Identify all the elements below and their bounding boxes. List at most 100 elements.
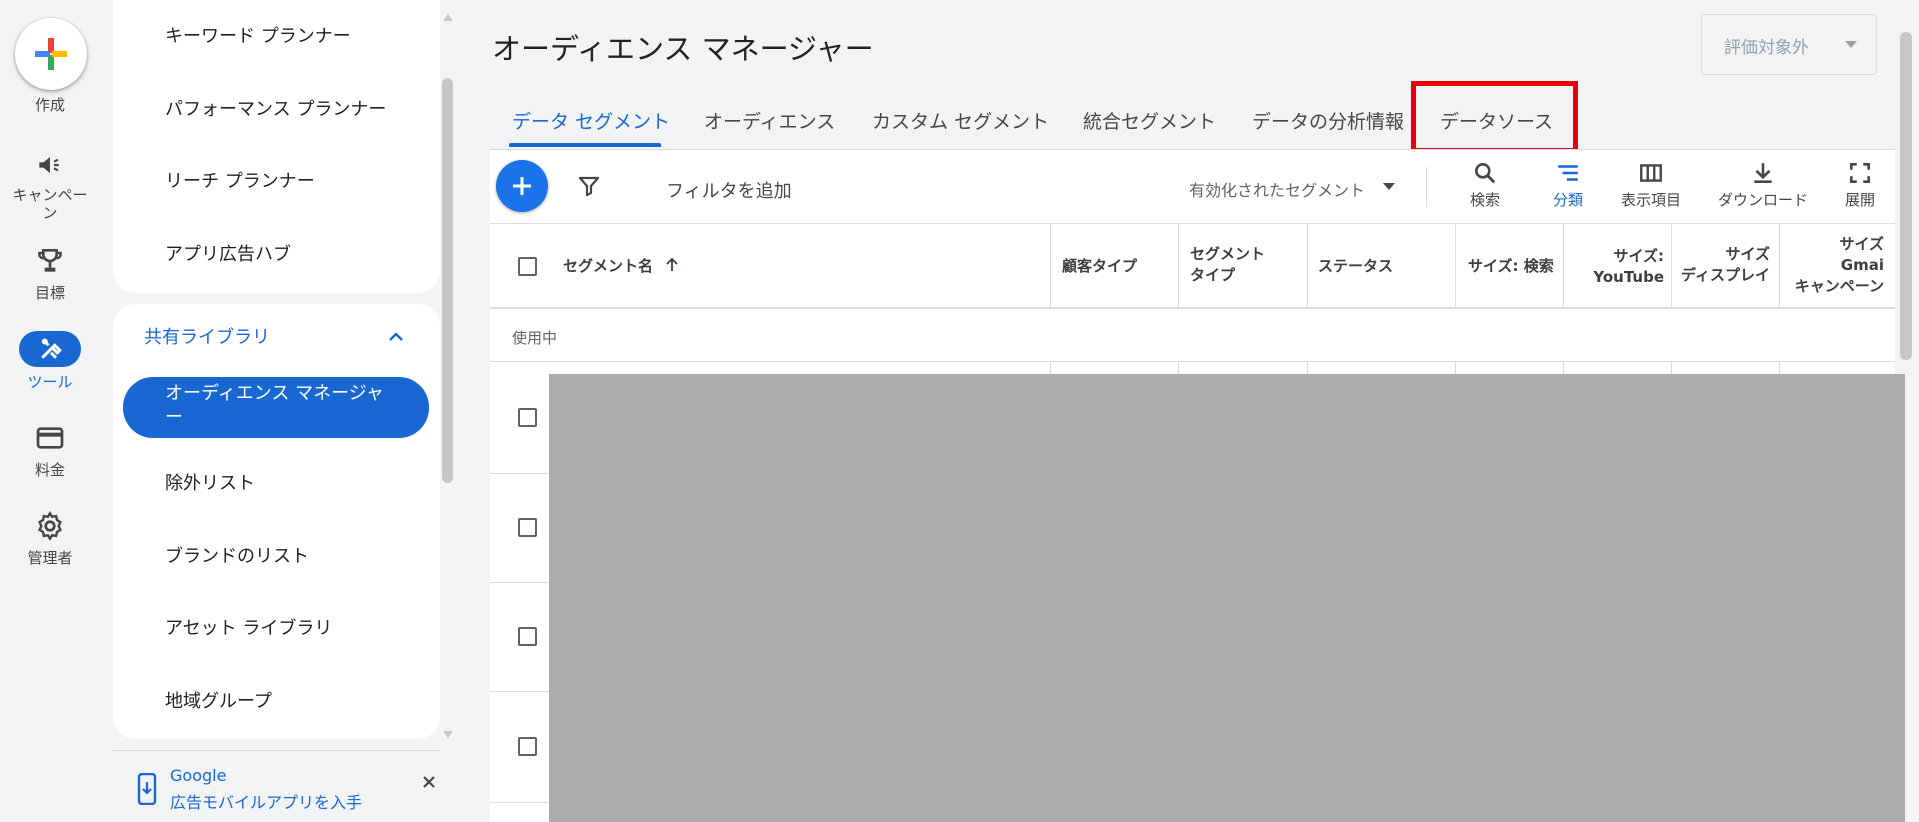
col-segment-type-line2: タイプ	[1190, 266, 1236, 284]
add-filter-input[interactable]: フィルタを追加	[666, 177, 792, 203]
eval-dropdown[interactable]: 評価対象外	[1701, 14, 1877, 75]
plus-icon	[513, 177, 531, 195]
toolbar-bottom-border	[490, 223, 1895, 224]
group-row-border	[490, 361, 1895, 362]
tab-custom-segments[interactable]: カスタム セグメント	[872, 107, 1049, 134]
tab-data-segments[interactable]: データ セグメント	[512, 107, 670, 134]
tab-combined-segments[interactable]: 統合セグメント	[1083, 107, 1216, 134]
col-size-gmail[interactable]: サイズ Gmai キャンペーン	[1784, 234, 1884, 297]
nav-item-asset-library[interactable]: アセット ライブラリ	[165, 614, 332, 640]
toolbar-divider	[1426, 167, 1427, 207]
col-size-youtube-line1: サイズ:	[1613, 247, 1664, 265]
col-size-display-line1: サイズ	[1725, 245, 1770, 263]
col-divider	[1779, 362, 1780, 374]
col-size-search[interactable]: サイズ: 検索	[1468, 256, 1554, 277]
columns-button[interactable]: 表示項目	[1608, 160, 1694, 210]
expand-button[interactable]: 展開	[1832, 160, 1888, 210]
search-icon	[1475, 163, 1496, 184]
row-border	[490, 473, 550, 474]
search-button-label: 検索	[1469, 191, 1500, 209]
shared-library-title[interactable]: 共有ライブラリ	[144, 323, 270, 349]
credit-card-icon	[36, 427, 64, 449]
close-icon[interactable]	[421, 774, 437, 790]
col-divider	[1779, 224, 1780, 307]
nav-item-audience-manager[interactable]: オーディエンス マネージャ ー	[123, 377, 429, 438]
tools-icon	[41, 338, 62, 359]
col-size-display[interactable]: サイズ ディスプレイ	[1676, 244, 1770, 286]
active-tab-indicator	[509, 143, 661, 147]
download-button[interactable]: ダウンロード	[1708, 160, 1818, 210]
phone-download-icon	[137, 773, 157, 805]
fullscreen-icon	[1850, 163, 1870, 183]
col-segment-name[interactable]: セグメント名	[563, 256, 680, 277]
shared-library-card	[113, 304, 440, 739]
row-border	[490, 582, 550, 583]
tab-data-insights[interactable]: データの分析情報	[1252, 107, 1404, 134]
segment-lines-icon	[1558, 165, 1578, 181]
promo-line1: Google	[170, 766, 227, 785]
admin-label: 管理者	[27, 549, 73, 567]
sort-arrow-up-icon	[666, 257, 678, 271]
col-segment-type-line1: セグメント	[1190, 245, 1266, 263]
nav-item-app-ads-hub[interactable]: アプリ広告ハブ	[165, 240, 291, 266]
segment-status-value: 有効化されたセグメント	[1189, 181, 1366, 200]
col-size-gmail-line3: キャンペーン	[1794, 277, 1884, 295]
create-button[interactable]	[15, 18, 87, 90]
redacted-rows-block	[549, 374, 1905, 822]
row-checkbox[interactable]	[518, 408, 537, 427]
columns-icon	[1640, 164, 1662, 182]
download-button-label: ダウンロード	[1717, 191, 1808, 209]
col-size-display-line2: ディスプレイ	[1681, 266, 1770, 284]
nav-item-brand-lists[interactable]: ブランドのリスト	[165, 542, 309, 568]
page-scrollbar[interactable]	[1900, 32, 1912, 360]
search-button[interactable]: 検索	[1449, 160, 1521, 210]
add-segment-button[interactable]	[496, 160, 548, 212]
dropdown-arrow-icon	[1383, 183, 1395, 190]
row-border	[490, 802, 550, 803]
row-checkbox[interactable]	[518, 737, 537, 756]
col-status[interactable]: ステータス	[1318, 256, 1393, 277]
goals-label: 目標	[34, 284, 65, 302]
col-divider	[1671, 224, 1672, 307]
plus-icon	[35, 38, 67, 70]
gear-icon	[38, 511, 62, 541]
scroll-up-icon[interactable]	[442, 12, 454, 22]
promo-line2: 広告モバイルアプリを入手	[170, 793, 363, 812]
col-divider	[1178, 224, 1179, 307]
page-title: オーディエンス マネージャー	[492, 32, 874, 66]
nav-item-reach-planner[interactable]: リーチ プランナー	[165, 167, 315, 193]
select-all-checkbox[interactable]	[518, 257, 537, 276]
download-icon	[1754, 163, 1772, 183]
row-checkbox[interactable]	[518, 518, 537, 537]
filter-icon[interactable]	[577, 174, 601, 198]
col-divider	[1050, 224, 1051, 307]
segment-button[interactable]: 分類	[1532, 160, 1604, 210]
left-rail: 作成 キャンペーン 目標 ツール 料金 管理者	[0, 0, 100, 822]
tab-audiences[interactable]: オーディエンス	[704, 107, 835, 134]
trophy-icon	[38, 249, 62, 272]
mobile-app-promo[interactable]: Google 広告モバイルアプリを入手	[113, 750, 440, 822]
chevron-up-icon[interactable]	[384, 325, 408, 349]
scroll-down-icon[interactable]	[442, 730, 454, 740]
megaphone-icon	[39, 157, 59, 173]
col-divider	[1178, 362, 1179, 374]
nav-item-keyword-planner[interactable]: キーワード プランナー	[165, 22, 351, 48]
col-size-youtube-line2: YouTube	[1593, 268, 1664, 286]
nav-scrollbar[interactable]	[442, 78, 453, 483]
tools-label: ツール	[27, 373, 73, 391]
billing-label: 料金	[34, 461, 65, 479]
columns-button-label: 表示項目	[1620, 191, 1681, 209]
create-label: 作成	[34, 96, 65, 114]
col-customer-type[interactable]: 顧客タイプ	[1062, 256, 1137, 277]
col-divider	[1455, 362, 1456, 374]
eval-dropdown-value: 評価対象外	[1724, 38, 1809, 58]
col-segment-type[interactable]: セグメント タイプ	[1190, 244, 1265, 286]
expand-button-label: 展開	[1844, 191, 1875, 209]
nav-item-performance-planner[interactable]: パフォーマンス プランナー	[165, 95, 386, 121]
col-size-youtube[interactable]: サイズ: YouTube	[1570, 246, 1664, 288]
row-checkbox[interactable]	[518, 627, 537, 646]
nav-item-location-groups[interactable]: 地域グループ	[165, 687, 272, 713]
nav-item-exclusion-lists[interactable]: 除外リスト	[165, 469, 255, 495]
col-divider	[1455, 224, 1456, 307]
col-size-gmail-line1: サイズ	[1839, 235, 1884, 253]
